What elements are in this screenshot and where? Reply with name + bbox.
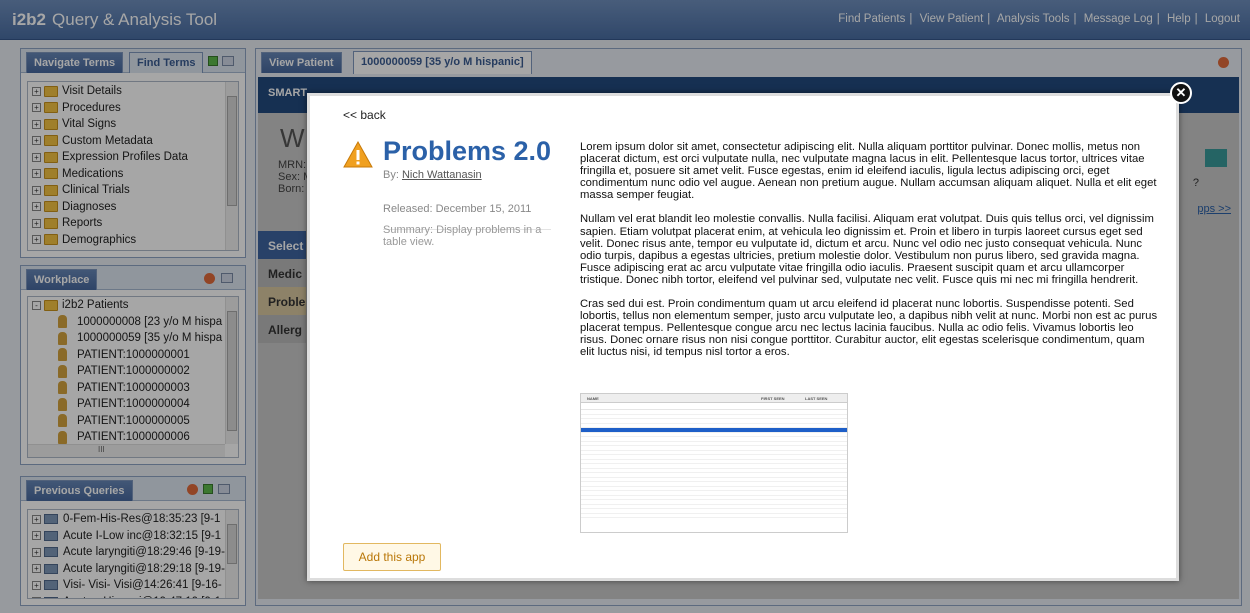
preview-col-name: NAME	[587, 396, 599, 401]
description-paragraph: Lorem ipsum dolor sit amet, consectetur …	[580, 141, 1157, 202]
back-link[interactable]: << back	[343, 108, 386, 122]
preview-col-first: FIRST SEEN	[761, 396, 785, 401]
preview-search-row	[581, 403, 847, 410]
by-label: By:	[383, 169, 399, 181]
description-paragraph: Cras sed dui est. Proin condimentum quam…	[580, 298, 1158, 359]
close-icon[interactable]: ✕	[1170, 82, 1192, 104]
preview-row	[581, 514, 847, 518]
app-detail-modal: << back Problems 2.0 By: Nich Wattanasin…	[307, 93, 1179, 581]
author-line: By: Nich Wattanasin	[383, 169, 482, 181]
description-paragraph: Nullam vel erat blandit leo molestie con…	[580, 213, 1154, 286]
preview-header: NAME FIRST SEEN LAST SEEN	[581, 394, 847, 403]
preview-col-last: LAST SEEN	[805, 396, 828, 401]
app-summary: Summary: Display problems in a table vie…	[383, 224, 542, 248]
warning-icon	[343, 141, 373, 168]
add-app-button[interactable]: Add this app	[343, 543, 441, 571]
app-screenshot-preview: NAME FIRST SEEN LAST SEEN	[580, 393, 848, 533]
app-title-heading: Problems 2.0	[383, 136, 552, 166]
app-description: Lorem ipsum dolor sit amet, consectetur …	[580, 141, 1160, 371]
author-link[interactable]: Nich Wattanasin	[402, 169, 482, 181]
